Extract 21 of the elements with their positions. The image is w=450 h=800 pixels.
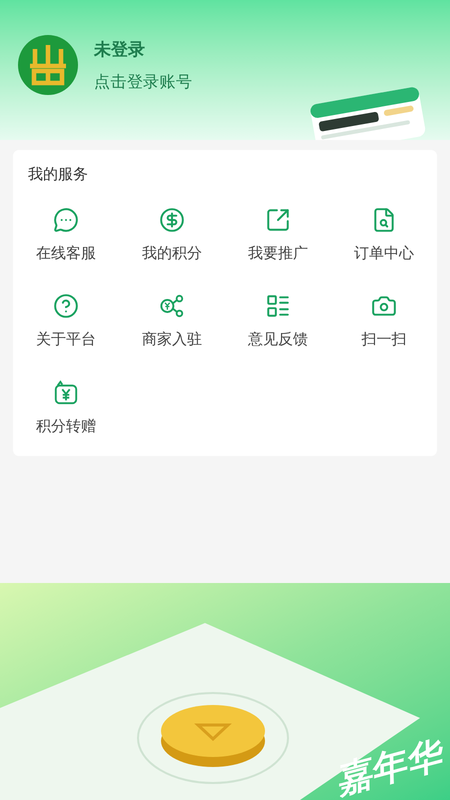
login-link[interactable]: 点击登录账号	[94, 70, 192, 94]
section-title: 我的服务	[28, 165, 89, 185]
chat-bubble-icon	[53, 206, 79, 232]
list-icon	[265, 293, 291, 319]
yen-transfer-icon	[53, 380, 79, 406]
service-item[interactable]: 扫一扫	[331, 293, 437, 352]
service-item[interactable]: 订单中心	[331, 206, 437, 265]
service-item[interactable]: 我要推广	[225, 206, 331, 265]
yen-share-icon	[159, 293, 185, 319]
help-icon	[53, 293, 79, 319]
dollar-coin-icon	[159, 206, 185, 232]
logo-icon	[18, 35, 78, 95]
login-status: 未登录	[94, 39, 146, 61]
service-item[interactable]: 意见反馈	[225, 293, 331, 352]
share-arrow-icon	[265, 206, 291, 232]
banner-text: 嘉年华	[331, 736, 445, 800]
service-item[interactable]: 在线客服	[13, 206, 119, 265]
service-item[interactable]: 商家入驻	[119, 293, 225, 352]
service-item[interactable]: 我的积分	[119, 206, 225, 265]
service-item[interactable]: 积分转赠	[13, 380, 119, 438]
service-item[interactable]: 关于平台	[13, 293, 119, 352]
